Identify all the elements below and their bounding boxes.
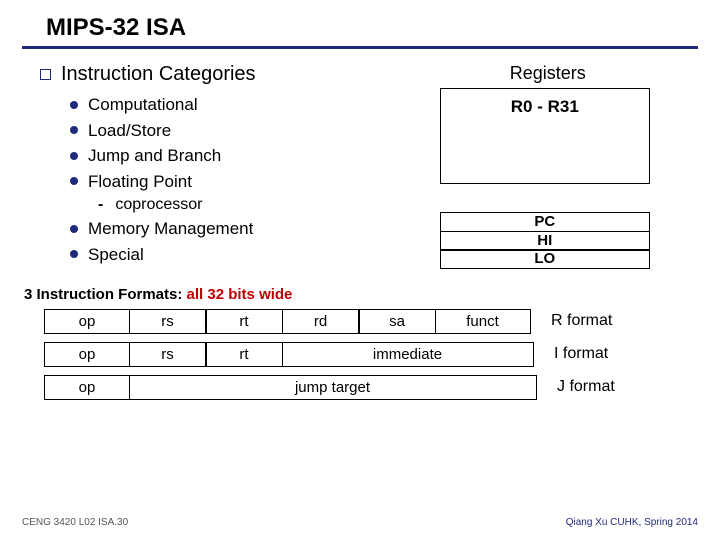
category-list-2: Memory Management Special <box>70 216 396 267</box>
item-text: Special <box>88 242 144 268</box>
reg-lo: LO <box>440 249 650 269</box>
field-rt: rt <box>205 342 283 367</box>
register-file-box: R0 - R31 <box>440 88 650 184</box>
right-column: Registers R0 - R31 PC HI LO <box>396 63 690 268</box>
field-immediate: immediate <box>282 342 534 367</box>
dot-icon <box>70 101 78 109</box>
registers-heading: Registers <box>406 63 690 84</box>
dot-icon <box>70 152 78 160</box>
section-heading: Instruction Categories <box>61 63 256 86</box>
list-item: Memory Management <box>70 216 396 242</box>
field-op: op <box>44 309 130 334</box>
left-column: Instruction Categories Computational Loa… <box>40 63 396 268</box>
dot-icon <box>70 225 78 233</box>
list-item: Floating Point <box>70 169 396 195</box>
footer-right: Qiang Xu CUHK, Spring 2014 <box>566 517 698 528</box>
dot-icon <box>70 177 78 185</box>
field-op: op <box>44 342 130 367</box>
list-item: Jump and Branch <box>70 143 396 169</box>
item-text: Memory Management <box>88 216 253 242</box>
format-label-j: J format <box>557 378 615 396</box>
dot-icon <box>70 126 78 134</box>
item-text: Jump and Branch <box>88 143 221 169</box>
reg-pc: PC <box>440 212 650 232</box>
section-heading-row: Instruction Categories <box>40 63 396 86</box>
field-rs: rs <box>129 342 207 367</box>
special-registers: PC HI LO <box>440 212 650 269</box>
item-text: Load/Store <box>88 118 171 144</box>
square-bullet-icon <box>40 69 51 80</box>
field-jump-target: jump target <box>129 375 537 400</box>
sub-item-text: coprocessor <box>115 196 202 214</box>
item-text: Floating Point <box>88 169 192 195</box>
slide-title: MIPS-32 ISA <box>22 0 698 49</box>
sub-item: coprocessor <box>98 196 396 214</box>
footer: CENG 3420 L02 ISA.30 Qiang Xu CUHK, Spri… <box>22 517 698 528</box>
format-label-r: R format <box>551 312 612 330</box>
format-row-i: op rs rt immediate I format <box>44 342 700 367</box>
category-list-1: Computational Load/Store Jump and Branch… <box>70 92 396 194</box>
list-item: Special <box>70 242 396 268</box>
field-op: op <box>44 375 130 400</box>
field-funct: funct <box>435 309 531 334</box>
field-sa: sa <box>358 309 436 334</box>
dot-icon <box>70 250 78 258</box>
format-label-i: I format <box>554 345 608 363</box>
field-rs: rs <box>129 309 207 334</box>
format-row-j: op jump target J format <box>44 375 700 400</box>
formats-heading-b: all 32 bits wide <box>187 286 293 303</box>
reg-hi: HI <box>440 231 650 251</box>
formats-area: op rs rt rd sa funct R format op rs rt i… <box>0 309 720 400</box>
formats-heading-a: 3 Instruction Formats: <box>24 286 187 303</box>
footer-left: CENG 3420 L02 ISA.30 <box>22 517 128 528</box>
item-text: Computational <box>88 92 198 118</box>
list-item: Computational <box>70 92 396 118</box>
field-rt: rt <box>205 309 283 334</box>
format-row-r: op rs rt rd sa funct R format <box>44 309 700 334</box>
formats-heading: 3 Instruction Formats: all 32 bits wide <box>24 286 720 303</box>
main-content: Instruction Categories Computational Loa… <box>0 49 720 274</box>
list-item: Load/Store <box>70 118 396 144</box>
field-rd: rd <box>282 309 360 334</box>
